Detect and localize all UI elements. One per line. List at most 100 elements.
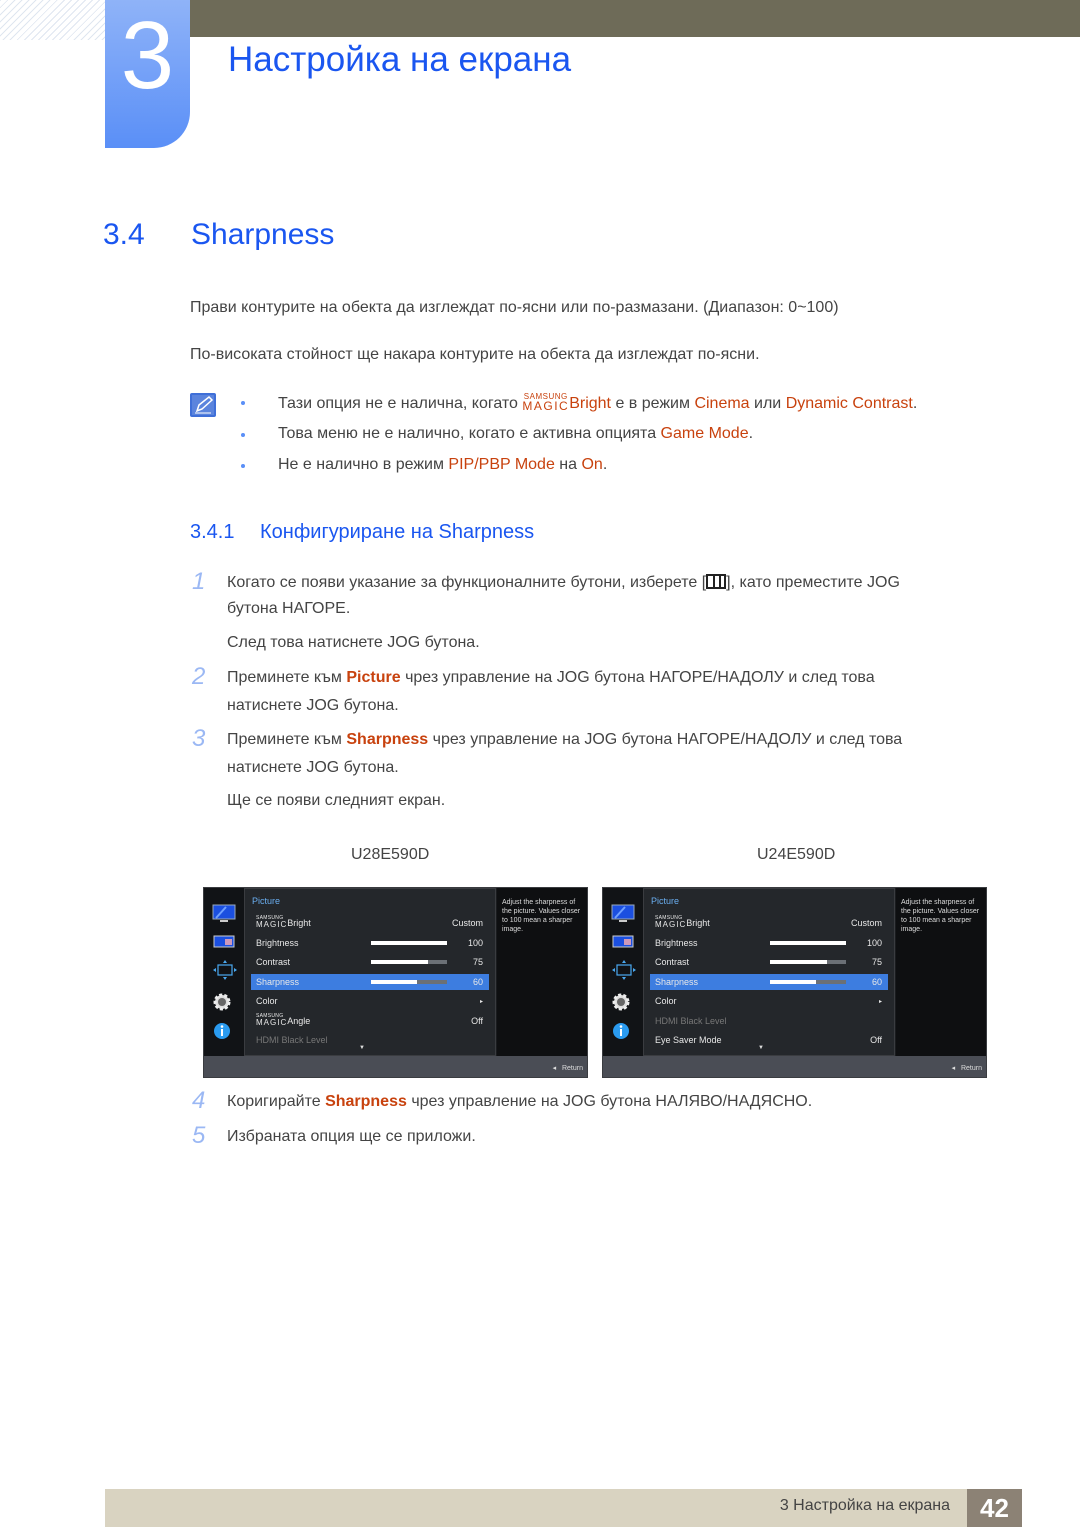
step-text: Коригирайте	[227, 1093, 326, 1110]
step-number: 3	[192, 725, 206, 752]
dynamic-contrast-term: Dynamic Contrast	[785, 395, 913, 412]
note-text: е в режим	[611, 395, 695, 412]
osd-item-value: Off	[471, 1015, 483, 1026]
step-text: ], като преместите JOG	[726, 574, 900, 591]
menu-grid-icon	[706, 574, 727, 589]
osd-help-text: Adjust the sharpness of the picture. Val…	[497, 888, 587, 1056]
scroll-down-arrow-icon[interactable]: ▼	[758, 1045, 764, 1051]
step-number: 5	[192, 1122, 206, 1149]
bullet-dot	[241, 433, 245, 437]
game-mode-term: Game Mode	[660, 425, 749, 442]
osd-side-nav	[603, 888, 643, 1056]
osd-item-label: Brightness	[256, 937, 299, 948]
osd-menu-item-contrast[interactable]: Contrast 75	[650, 954, 888, 970]
cinema-term: Cinema	[694, 395, 750, 412]
osd-item-label: Brightness	[655, 937, 698, 948]
note-text: Тази опция не е налична, когато	[278, 395, 523, 412]
osd-slider[interactable]	[371, 979, 447, 984]
bullet-dot	[241, 464, 245, 468]
osd-item-value: 60	[472, 976, 483, 987]
monitor-icon[interactable]	[212, 904, 236, 929]
chapter-number-tab: 3	[105, 0, 190, 148]
osd-slider[interactable]	[770, 940, 846, 945]
scroll-down-arrow-icon[interactable]: ▼	[359, 1045, 365, 1051]
osd-item-label: Color	[256, 996, 278, 1006]
info-icon[interactable]	[212, 1021, 232, 1046]
osd-menu-item-bright[interactable]: SAMSUNG MAGIC Bright Custom	[650, 915, 888, 931]
samsung-magic-logo: SAMSUNG MAGIC	[256, 1012, 288, 1027]
osd-menu-item-eye-saver-mode[interactable]: Eye Saver Mode Off	[650, 1032, 888, 1048]
osd-slider-fill	[371, 960, 428, 964]
osd-menu-item-brightness[interactable]: Brightness 100	[251, 935, 489, 951]
osd-slider-fill	[770, 979, 816, 984]
pip-icon[interactable]	[212, 934, 236, 955]
pip-icon[interactable]	[611, 934, 635, 955]
osd-screen-u24: Picture SAMSUNG MAGIC Bright Custom Brightnes…	[602, 887, 987, 1078]
osd-menu-item-color[interactable]: Color ▸	[251, 993, 489, 1009]
osd-bottom-bar	[204, 1056, 587, 1077]
header-hatch-decoration	[0, 0, 105, 40]
note-pencil-icon	[190, 393, 216, 417]
left-arrow-icon: ◂	[951, 1065, 956, 1072]
osd-menu-item-bright[interactable]: SAMSUNG MAGIC Bright Custom	[251, 915, 489, 931]
magic-bright-term: Bright	[569, 395, 611, 412]
osd-menu-item-sharpness[interactable]: Sharpness 60	[650, 973, 888, 990]
note-text: на	[554, 456, 582, 473]
step-text: чрез управление на JOG бутона НАГОРЕ/НАД…	[428, 731, 903, 748]
osd-menu-item-hdmi-black-level[interactable]: HDMI Black Level	[251, 1032, 489, 1048]
osd-item-value: 100	[866, 937, 882, 948]
osd-return-button[interactable]: ◂ Return	[553, 1064, 583, 1072]
gear-icon[interactable]	[212, 992, 232, 1017]
osd-item-value: 60	[871, 976, 882, 987]
osd-picture-menu: Picture SAMSUNG MAGIC Bright Custom Brightnes…	[643, 888, 895, 1056]
resize-arrows-icon[interactable]	[611, 960, 637, 985]
osd-slider-fill	[371, 979, 417, 984]
osd-item-label: SAMSUNG MAGIC Angle	[256, 1012, 311, 1027]
osd-slider[interactable]	[371, 940, 447, 945]
osd-slider[interactable]	[770, 979, 846, 984]
page-footer: 3 Настройка на екрана 42	[105, 1489, 1022, 1527]
osd-item-label: Sharpness	[655, 976, 699, 987]
picture-term: Picture	[346, 669, 401, 686]
section-number: 3.4	[103, 218, 145, 251]
osd-menu-item-hdmi-black-level[interactable]: HDMI Black Level	[650, 1013, 888, 1029]
osd-item-value: ▸	[878, 999, 882, 1005]
note-text: Не е налично в режим	[278, 456, 449, 473]
magic-bottom: MAGIC	[522, 399, 570, 413]
osd-slider[interactable]	[371, 960, 447, 964]
osd-menu-item-sharpness[interactable]: Sharpness 60	[251, 973, 489, 990]
header-bar	[190, 0, 1080, 37]
osd-item-value: 100	[467, 937, 483, 948]
step-number: 2	[192, 663, 206, 690]
osd-return-button[interactable]: ◂ Return	[952, 1064, 982, 1072]
osd-menu-item-contrast[interactable]: Contrast 75	[251, 954, 489, 970]
section-title: 3.4 Sharpness	[103, 218, 334, 252]
osd-item-value: ▸	[479, 999, 483, 1005]
osd-item-label: Sharpness	[256, 976, 300, 987]
osd-screen-u28: Picture SAMSUNG MAGIC Bright Custom Brightnes…	[203, 887, 588, 1078]
info-icon[interactable]	[611, 1021, 631, 1046]
model-label-u24: U24E590D	[757, 846, 836, 863]
gear-icon[interactable]	[611, 992, 631, 1017]
step-text: Избраната опция ще се приложи.	[227, 1128, 476, 1145]
monitor-icon[interactable]	[611, 904, 635, 929]
resize-arrows-icon[interactable]	[212, 960, 238, 985]
osd-menu-item-angle[interactable]: SAMSUNG MAGIC Angle Off	[251, 1013, 489, 1029]
bullet-dot	[241, 401, 245, 405]
samsung-magic-logo: SAMSUNG MAGIC	[256, 915, 288, 929]
osd-item-label: Color	[655, 996, 677, 1006]
osd-item-value: Custom	[451, 918, 483, 928]
step-text: Когато се появи указание за функционални…	[227, 574, 707, 591]
sharpness-term: Sharpness	[325, 1093, 407, 1110]
osd-item-value: Custom	[850, 918, 882, 928]
osd-slider-fill	[371, 940, 447, 945]
osd-help-text: Adjust the sharpness of the picture. Val…	[896, 888, 986, 1056]
osd-item-label: SAMSUNG MAGIC Bright	[256, 915, 311, 929]
step-text: натиснете JOG бутона.	[227, 759, 399, 776]
osd-slider[interactable]	[770, 960, 846, 964]
note-text: .	[912, 395, 918, 412]
samsung-magic-logo: SAMSUNG MAGIC	[522, 393, 570, 413]
step-text: бутона НАГОРЕ.	[227, 600, 351, 617]
osd-menu-item-brightness[interactable]: Brightness 100	[650, 935, 888, 951]
osd-menu-item-color[interactable]: Color ▸	[650, 993, 888, 1009]
